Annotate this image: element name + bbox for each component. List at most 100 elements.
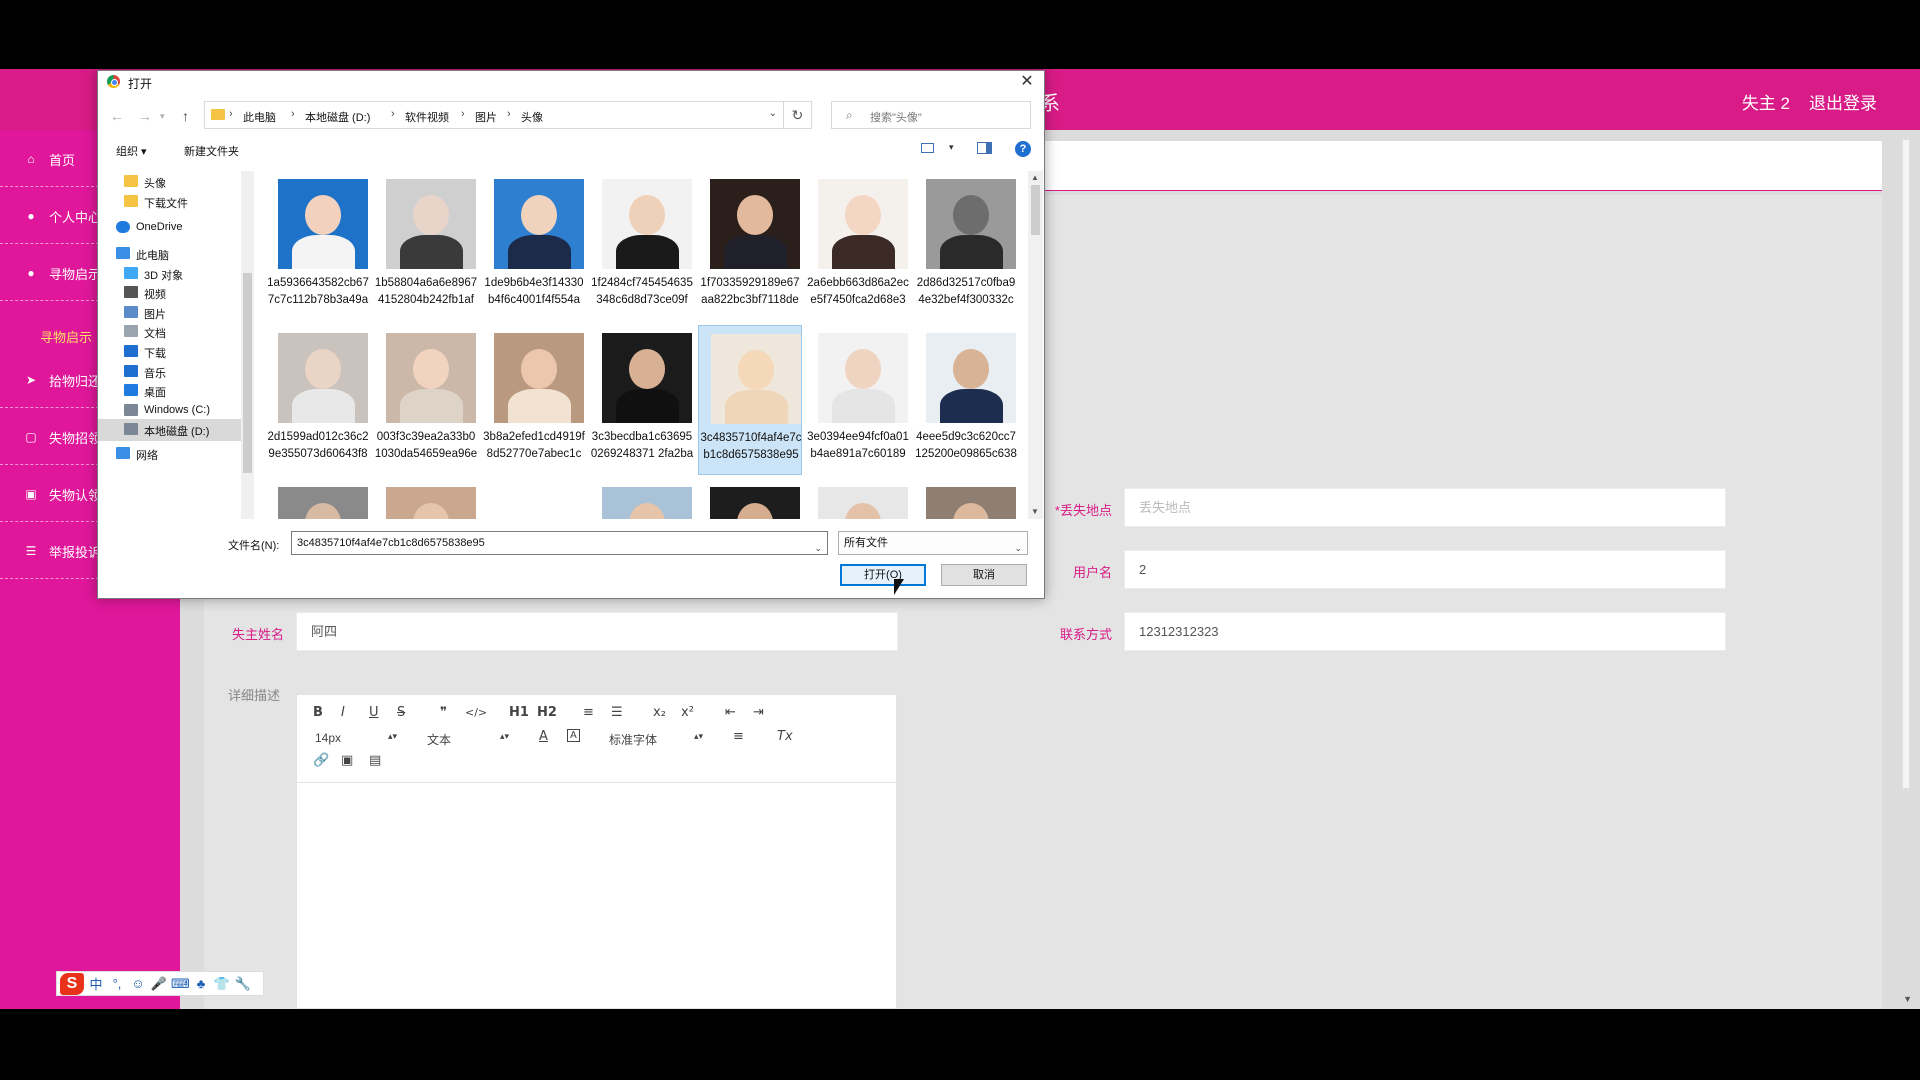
file-item[interactable]: 3b8a2efed1cd4919f8d52770e7abec1c bbox=[482, 325, 586, 475]
up-arrow-icon[interactable]: ↑ bbox=[182, 108, 189, 124]
chevron-down-icon[interactable]: ⌄ bbox=[769, 108, 777, 119]
breadcrumb-drive-d[interactable]: 本地磁盘 (D:) bbox=[305, 109, 370, 125]
code-button[interactable]: </> bbox=[465, 706, 487, 719]
scroll-down-arrow-icon[interactable]: ▼ bbox=[1031, 507, 1039, 516]
tree-item[interactable]: 桌面 bbox=[98, 380, 248, 402]
file-item[interactable] bbox=[482, 479, 586, 519]
skin-icon[interactable]: 👕 bbox=[213, 976, 231, 992]
underline-button[interactable]: U bbox=[369, 705, 379, 720]
tree-item[interactable]: 头像 bbox=[98, 171, 248, 193]
help-icon[interactable]: ? bbox=[1015, 141, 1031, 157]
video-button[interactable]: ▤ bbox=[369, 753, 381, 768]
breadcrumb-pictures[interactable]: 图片 bbox=[475, 109, 497, 125]
tree-item[interactable]: 本地磁盘 (D:) bbox=[98, 419, 248, 441]
tree-item[interactable]: 下载 bbox=[98, 341, 248, 363]
contact-input[interactable]: 12312312323 bbox=[1124, 612, 1726, 651]
ime-mode-toggle[interactable]: 中 bbox=[87, 974, 105, 993]
owner-name-input[interactable]: 阿四 bbox=[296, 612, 898, 651]
refresh-button[interactable]: ↻ bbox=[784, 101, 812, 129]
sidebar-subitem-lost-notice[interactable]: 寻物启示 bbox=[40, 327, 92, 346]
punctuation-icon[interactable]: °, bbox=[108, 976, 126, 991]
chevron-down-icon[interactable]: ⌄ bbox=[814, 537, 822, 559]
address-bar[interactable]: › 此电脑 › 本地磁盘 (D:) › 软件视频 › 图片 › 头像 ⌄ bbox=[204, 101, 784, 129]
file-item[interactable] bbox=[374, 479, 478, 519]
font-family-select[interactable]: 标准字体 ▴▾ bbox=[609, 731, 703, 748]
file-list-scrollbar[interactable]: ▲ ▼ bbox=[1028, 171, 1043, 519]
tree-item[interactable]: OneDrive bbox=[98, 217, 248, 239]
tree-item[interactable]: 网络 bbox=[98, 443, 248, 465]
scroll-up-arrow-icon[interactable]: ▲ bbox=[1031, 173, 1039, 182]
strike-button[interactable]: S bbox=[397, 705, 405, 720]
username-input[interactable]: 2 bbox=[1124, 550, 1726, 589]
new-folder-button[interactable]: 新建文件夹 bbox=[184, 143, 239, 159]
font-color-button[interactable]: A bbox=[539, 729, 548, 744]
search-input[interactable]: ⌕ 搜索"头像" bbox=[831, 101, 1031, 129]
filename-input[interactable]: 3c4835710f4af4e7cb1c8d6575838e95 ⌄ bbox=[291, 531, 828, 555]
tree-scrollbar[interactable] bbox=[241, 171, 254, 519]
file-item[interactable]: 1de9b6b4e3f14330b4f6c4001f4f554a bbox=[482, 171, 586, 321]
block-format-select[interactable]: 文本 ▴▾ bbox=[427, 731, 509, 748]
sogou-logo-icon[interactable]: S bbox=[60, 972, 84, 995]
file-item[interactable]: 1a5936643582cb677c7c112b78b3a49a bbox=[266, 171, 370, 321]
logout-link[interactable]: 退出登录 bbox=[1809, 89, 1877, 114]
file-item[interactable]: 1f70335929189e67aa822bc3bf7118de bbox=[698, 171, 802, 321]
file-item[interactable]: 1b58804a6a6e89674152804b242fb1af bbox=[374, 171, 478, 321]
keyboard-icon[interactable]: ⌨ bbox=[171, 976, 190, 992]
bullet-list-button[interactable]: ☰ bbox=[611, 705, 623, 720]
recent-dropdown-icon[interactable]: ▾ bbox=[160, 111, 165, 122]
file-item[interactable]: 003f3c39ea2a33b01030da54659ea96e bbox=[374, 325, 478, 475]
indent-button[interactable]: ⇥ bbox=[753, 705, 764, 720]
page-scrollbar[interactable] bbox=[1902, 139, 1910, 789]
breadcrumb-software-videos[interactable]: 软件视频 bbox=[405, 109, 449, 125]
scroll-thumb[interactable] bbox=[243, 273, 252, 473]
back-arrow-icon[interactable]: ← bbox=[110, 108, 124, 124]
tree-item[interactable]: 视频 bbox=[98, 282, 248, 304]
align-button[interactable]: ≡ bbox=[733, 729, 744, 744]
tree-item[interactable]: 文档 bbox=[98, 321, 248, 343]
file-item[interactable]: 4eee5d9c3c620cc7125200e09865c638 bbox=[914, 325, 1018, 475]
scroll-down-arrow-icon[interactable]: ▼ bbox=[1903, 994, 1912, 1004]
h2-button[interactable]: H2 bbox=[537, 705, 557, 720]
file-item[interactable]: 2d1599ad012c36c29e355073d60643f8 bbox=[266, 325, 370, 475]
ordered-list-button[interactable]: ≡ bbox=[583, 705, 594, 720]
emoji-icon[interactable]: ☺ bbox=[129, 976, 147, 991]
close-button[interactable]: ✕ bbox=[1010, 71, 1044, 93]
forward-arrow-icon[interactable]: → bbox=[138, 108, 152, 124]
open-button[interactable]: 打开(O) bbox=[840, 564, 926, 586]
breadcrumb-this-pc[interactable]: 此电脑 bbox=[243, 109, 276, 125]
file-item[interactable]: 2a6ebb663d86a2ece5f7450fca2d68e3 bbox=[806, 171, 910, 321]
subscript-button[interactable]: x₂ bbox=[653, 705, 666, 720]
preview-pane-icon[interactable] bbox=[977, 142, 992, 154]
file-item[interactable]: 3c3becdba1c636950269248371 2fa2ba bbox=[590, 325, 694, 475]
superscript-button[interactable]: x² bbox=[681, 705, 694, 720]
link-button[interactable]: 🔗 bbox=[313, 753, 329, 768]
file-item[interactable] bbox=[266, 479, 370, 519]
tree-item[interactable]: 下载文件 bbox=[98, 191, 248, 213]
organize-button[interactable]: 组织 ▾ bbox=[116, 143, 147, 159]
file-item[interactable]: 3e0394ee94fcf0a01b4ae891a7c60189 bbox=[806, 325, 910, 475]
file-item[interactable] bbox=[806, 479, 910, 519]
breadcrumb-avatars[interactable]: 头像 bbox=[521, 109, 543, 125]
bold-button[interactable]: B bbox=[313, 705, 323, 720]
quote-button[interactable]: ❞ bbox=[440, 705, 447, 720]
h1-button[interactable]: H1 bbox=[509, 705, 529, 720]
microphone-icon[interactable]: 🎤 bbox=[150, 976, 168, 992]
file-item[interactable] bbox=[698, 479, 802, 519]
tree-item[interactable]: 此电脑 bbox=[98, 243, 248, 265]
view-dropdown-icon[interactable]: ▾ bbox=[949, 142, 954, 153]
current-user[interactable]: 失主 2 bbox=[1742, 89, 1790, 114]
file-item[interactable]: 1f2484cf745454635348c6d8d73ce09f bbox=[590, 171, 694, 321]
file-item[interactable]: 2d86d32517c0fba94e32bef4f300332c bbox=[914, 171, 1018, 321]
user-icon[interactable]: ♣ bbox=[192, 976, 210, 991]
cancel-button[interactable]: 取消 bbox=[941, 564, 1027, 586]
file-item[interactable]: 3c4835710f4af4e7cb1c8d6575838e95 bbox=[698, 325, 802, 475]
outdent-button[interactable]: ⇤ bbox=[725, 705, 736, 720]
file-item[interactable] bbox=[590, 479, 694, 519]
background-color-button[interactable]: A bbox=[567, 729, 580, 742]
settings-wrench-icon[interactable]: 🔧 bbox=[234, 976, 252, 992]
image-button[interactable]: ▣ bbox=[341, 753, 353, 768]
clear-format-button[interactable]: Tx bbox=[777, 729, 793, 744]
file-item[interactable] bbox=[914, 479, 1018, 519]
italic-button[interactable]: I bbox=[341, 705, 345, 720]
font-size-select[interactable]: 14px ▴▾ bbox=[315, 731, 397, 745]
